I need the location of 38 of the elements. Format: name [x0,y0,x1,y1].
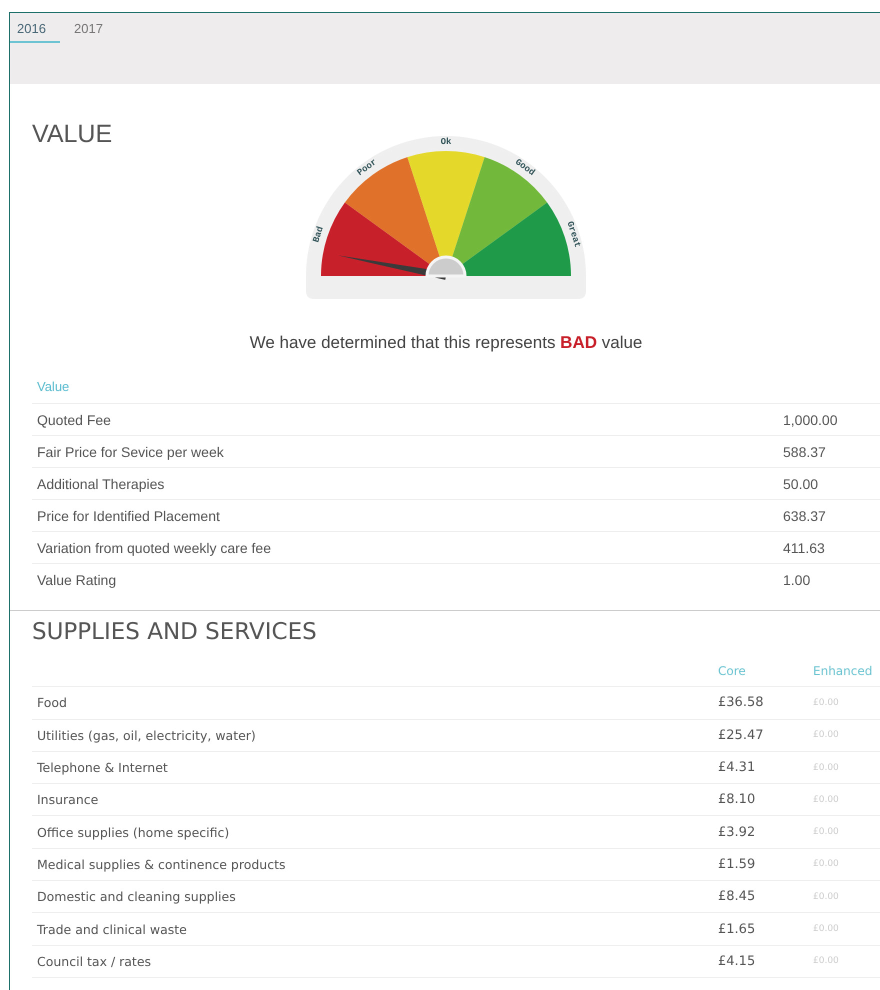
year-tab[interactable]: 2017 [67,13,110,43]
row-label: Variation from quoted weekly care fee [36,540,272,556]
section-title: SUPPLIES AND SERVICES [32,619,318,645]
row-label: Trade and clinical waste [36,922,188,937]
row-value: 588.37 [783,444,827,460]
section-title: VALUE [32,120,112,149]
row-label: Insurance [36,792,100,808]
row-label: Medical supplies & continence products [36,856,286,872]
year-tab[interactable]: 2016 [10,13,60,43]
core-value: £1.65 [718,922,756,937]
row-label: Quoted Fee [36,412,112,428]
core-value: £1.59 [718,856,756,872]
row-label: Utilities (gas, oil, electricity, water) [36,728,257,743]
column-header: Enhanced [813,664,874,678]
row-value: 1,000.00 [783,412,838,428]
row-label: Domestic and cleaning supplies [36,889,237,904]
row-label: Additional Therapies [36,476,166,492]
row-value: 1.00 [783,572,812,588]
core-value: £4.15 [718,954,756,969]
row-value: 411.63 [783,540,826,556]
core-value: £4.31 [718,760,756,776]
row-label: Telephone & Internet [36,760,169,776]
verdict-text: We have determined that this represents BAD value [248,333,644,353]
row-value: 50.00 [783,476,820,492]
row-label: Fair Price for Sevice per week [36,444,225,460]
core-value: £36.58 [718,695,764,710]
row-label: Food [36,695,68,710]
column-header: Core [718,664,747,678]
core-value: £8.45 [718,889,756,904]
row-label: Value Rating [36,572,118,588]
row-label: Council tax / rates [36,954,152,969]
row-label: Office supplies (home specific) [36,824,230,840]
core-value: £3.92 [718,824,756,840]
table-heading: Value [32,375,880,404]
row-label: Price for Identified Placement [36,508,221,524]
core-value: £8.10 [718,792,756,808]
row-value: 638.37 [783,508,827,524]
core-value: £25.47 [718,728,764,743]
